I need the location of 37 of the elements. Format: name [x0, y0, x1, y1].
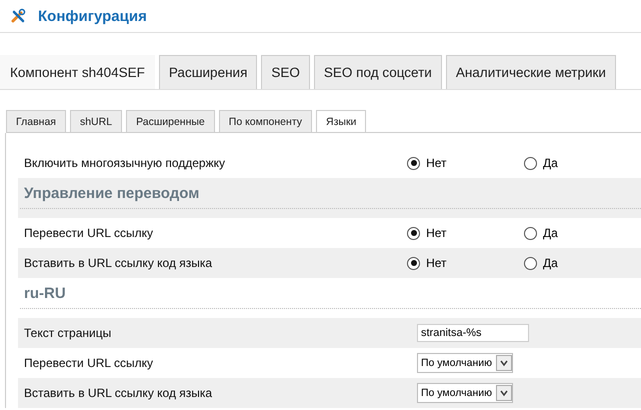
section-heading: ru-RU: [20, 285, 641, 309]
setting-label: Перевести URL ссылку: [24, 226, 154, 240]
input-field[interactable]: stranitsa-%s: [417, 324, 529, 342]
select-dropdown[interactable]: По умолчанию: [417, 353, 514, 373]
radio-label: Нет: [426, 226, 446, 240]
sub-tab[interactable]: Главная: [6, 110, 66, 132]
sub-tab[interactable]: Расширенные: [126, 110, 215, 132]
radio-label: Да: [543, 256, 558, 270]
radio-button[interactable]: [407, 156, 420, 170]
chevron-down-icon: [496, 385, 512, 401]
tab[interactable]: Расширения: [158, 55, 258, 89]
radio-label: Нет: [426, 156, 446, 170]
page-title: Конфигурация: [38, 8, 147, 24]
setting-label: Перевести URL ссылку: [24, 356, 154, 370]
sub-tab[interactable]: Языки: [316, 110, 366, 132]
sub-tab[interactable]: По компоненту: [218, 110, 312, 132]
select-dropdown[interactable]: По умолчанию: [417, 383, 514, 403]
radio-label: Нет: [426, 256, 446, 270]
setting-label: Включить многоязычную поддержку: [24, 156, 226, 170]
setting-label: Вставить в URL ссылку код языка: [24, 386, 214, 400]
radio-label: Да: [543, 226, 558, 240]
tools-icon: [10, 8, 26, 24]
radio-button[interactable]: [407, 256, 420, 270]
radio-label: Да: [543, 156, 558, 170]
radio-button[interactable]: [524, 256, 538, 270]
tab[interactable]: SEO под соцсети: [314, 55, 442, 89]
tab[interactable]: Компонент sh404SEF: [0, 55, 155, 89]
tab[interactable]: SEO: [261, 55, 310, 89]
radio-button[interactable]: [524, 156, 538, 170]
chevron-down-icon: [496, 355, 512, 371]
setting-label: Вставить в URL ссылку код языка: [24, 256, 214, 270]
setting-label: Текст страницы: [24, 326, 112, 340]
section-heading: Управление переводом: [20, 185, 641, 209]
radio-button[interactable]: [524, 226, 538, 240]
sub-tab[interactable]: shURL: [70, 110, 122, 132]
radio-button[interactable]: [407, 226, 420, 240]
tab[interactable]: Аналитические метрики: [446, 55, 616, 89]
